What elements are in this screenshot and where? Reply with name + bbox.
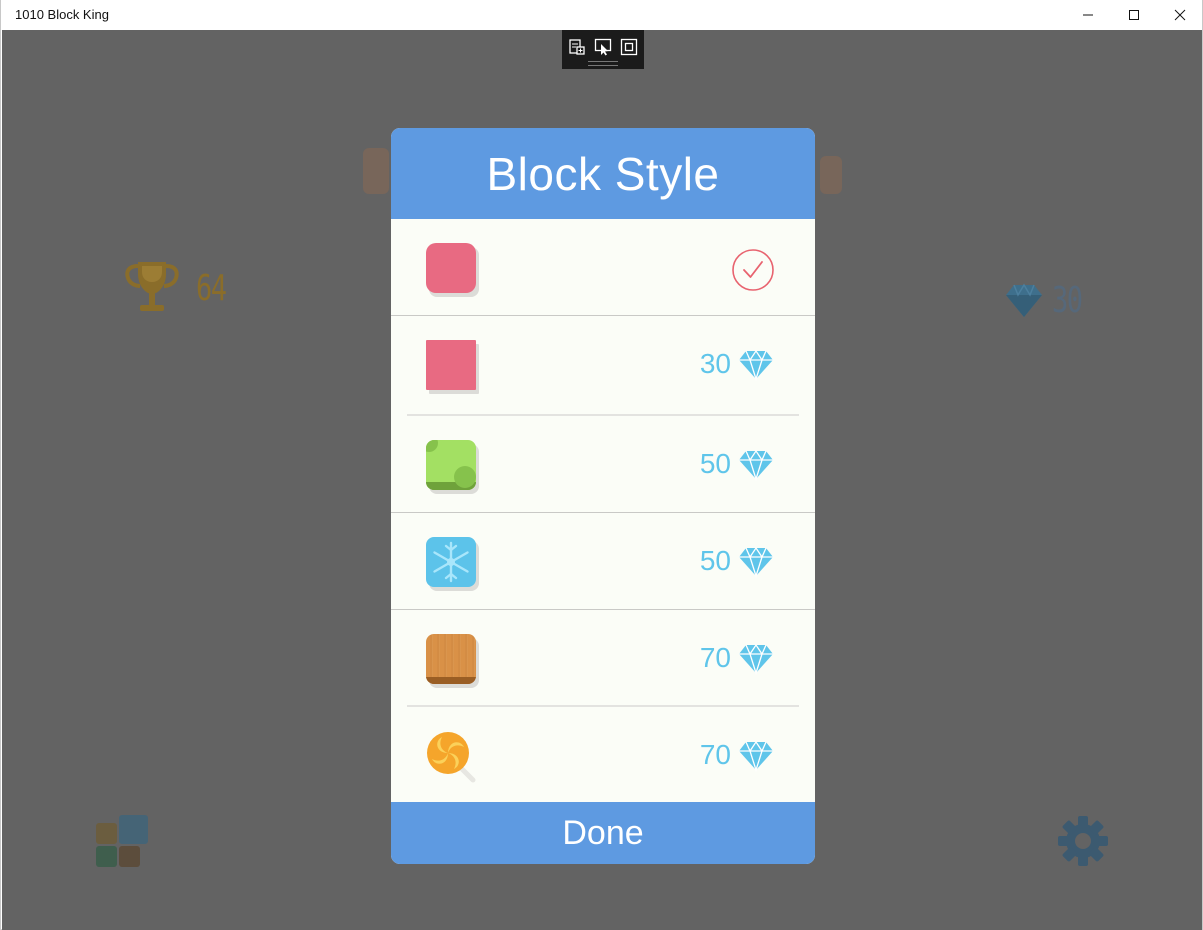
close-icon xyxy=(1174,9,1186,21)
block-grid-icon xyxy=(119,846,140,867)
minimize-button[interactable] xyxy=(1065,0,1111,30)
done-label: Done xyxy=(562,813,644,852)
window-title: 1010 Block King xyxy=(15,7,109,22)
settings-button[interactable] xyxy=(1057,815,1109,867)
live-visual-tree-icon[interactable] xyxy=(568,38,586,56)
selected-check-icon xyxy=(732,249,774,291)
block-swatch xyxy=(426,634,479,688)
done-button[interactable]: Done xyxy=(391,802,815,864)
style-option-pink-rounded[interactable] xyxy=(391,219,815,316)
dialog-header: Block Style xyxy=(391,128,815,219)
style-option-candy[interactable]: 70 xyxy=(391,707,815,802)
style-price: 70 xyxy=(699,739,731,770)
minimize-icon xyxy=(1083,14,1093,16)
app-window: 1010 Block King 64 30 Block Style 30 50 … xyxy=(0,0,1203,930)
maximize-icon xyxy=(1129,10,1139,20)
diamond-icon xyxy=(739,449,773,481)
style-option-snowflake[interactable]: 50 xyxy=(391,513,815,610)
diamond-icon xyxy=(739,546,773,578)
block-swatch xyxy=(426,243,479,297)
display-layout-adorners-icon[interactable] xyxy=(620,38,638,56)
diamond-icon xyxy=(739,740,773,772)
maximize-button[interactable] xyxy=(1111,0,1157,30)
best-score: 64 xyxy=(120,258,235,318)
best-score-value: 64 xyxy=(196,267,227,309)
close-button[interactable] xyxy=(1157,0,1203,30)
debug-toolbar xyxy=(562,30,644,69)
style-price: 30 xyxy=(699,348,731,379)
diamond-icon xyxy=(1006,283,1042,317)
dialog-title: Block Style xyxy=(486,147,720,200)
trophy-icon xyxy=(125,262,179,311)
diamond-icon xyxy=(739,349,773,381)
diamond-icon xyxy=(739,643,773,675)
block-grid-icon xyxy=(96,846,117,867)
style-list: 30 50 50 70 70 xyxy=(391,219,815,802)
gem-count-value: 30 xyxy=(1052,280,1083,321)
block-grid-icon xyxy=(119,815,148,844)
title-bar[interactable]: 1010 Block King xyxy=(1,0,1202,30)
gem-count: 30 xyxy=(1004,280,1091,321)
block-style-dialog: Block Style 30 50 50 70 70 Done xyxy=(391,128,815,864)
toolbar-drag-handle[interactable] xyxy=(588,61,618,66)
style-price: 70 xyxy=(699,642,731,673)
select-element-icon[interactable] xyxy=(594,38,612,56)
style-price: 50 xyxy=(699,545,731,576)
game-area: 64 30 Block Style 30 50 50 70 70 Done xyxy=(2,30,1202,930)
game-logo-fragment xyxy=(820,156,842,194)
block-swatch xyxy=(426,440,479,494)
lollipop-icon xyxy=(427,732,476,783)
game-logo-fragment xyxy=(363,148,389,194)
block-style-menu-button[interactable] xyxy=(96,815,148,867)
snowflake-icon xyxy=(433,541,469,583)
style-option-wood[interactable]: 70 xyxy=(391,610,815,707)
block-grid-icon xyxy=(96,823,117,844)
style-option-green-spots[interactable]: 50 xyxy=(391,416,815,513)
style-price: 50 xyxy=(699,448,731,479)
style-option-pink-square[interactable]: 30 xyxy=(391,316,815,416)
block-swatch xyxy=(426,731,476,783)
gear-icon xyxy=(1058,816,1108,866)
block-swatch xyxy=(426,340,479,394)
block-swatch xyxy=(426,537,479,591)
